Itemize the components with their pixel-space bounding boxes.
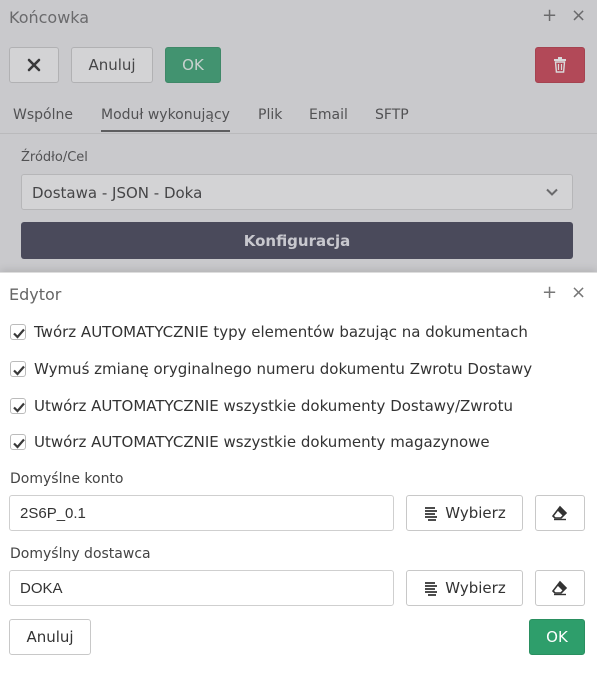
background-window: Końcowka + × Anuluj OK Wspólne Moduł wyk…	[0, 0, 597, 276]
maximize-icon[interactable]: +	[542, 5, 557, 26]
close-icon[interactable]: ×	[571, 5, 586, 26]
source-label: Źródło/Cel	[21, 150, 88, 165]
default-account-label: Domyślne konto	[10, 471, 124, 487]
checkbox-label: Wymuś zmianę oryginalnego numeru dokumen…	[34, 360, 533, 378]
checkbox-label: Utwórz AUTOMATYCZNIE wszystkie dokumenty…	[34, 433, 490, 451]
checkbox-force-return-number[interactable]: Wymuś zmianę oryginalnego numeru dokumen…	[10, 358, 532, 380]
checkbox-auto-warehouse-docs[interactable]: Utwórz AUTOMATYCZNIE wszystkie dokumenty…	[10, 431, 490, 453]
checkbox-auto-delivery-docs[interactable]: Utwórz AUTOMATYCZNIE wszystkie dokumenty…	[10, 395, 513, 417]
editor-dialog: Edytor + × Twórz AUTOMATYCZNIE typy elem…	[0, 272, 597, 691]
checkbox[interactable]	[10, 361, 26, 377]
eraser-icon	[551, 580, 568, 596]
list-icon	[423, 580, 439, 596]
checkbox-label: Twórz AUTOMATYCZNIE typy elementów bazuj…	[34, 323, 528, 341]
list-icon	[423, 505, 439, 521]
check-icon	[13, 438, 25, 449]
checkbox[interactable]	[10, 434, 26, 450]
source-select-value: Dostawa - JSON - Doka	[32, 184, 203, 202]
editor-title: Edytor	[9, 285, 62, 304]
cancel-button[interactable]: Anuluj	[71, 47, 153, 83]
tab-modul-wykonujacy[interactable]: Moduł wykonujący	[101, 107, 230, 132]
check-icon	[13, 402, 25, 413]
pick-supplier-button[interactable]: Wybierz	[406, 570, 523, 606]
pick-account-label: Wybierz	[445, 504, 506, 522]
tab-bar: Wspólne Moduł wykonujący Plik Email SFTP	[0, 100, 597, 134]
default-supplier-label: Domyślny dostawca	[10, 546, 151, 562]
delete-button[interactable]	[535, 47, 585, 83]
default-account-input[interactable]	[9, 495, 394, 531]
window-title: Końcowka	[9, 8, 90, 27]
maximize-icon[interactable]: +	[542, 282, 557, 303]
pick-supplier-label: Wybierz	[445, 579, 506, 597]
tab-wspolne[interactable]: Wspólne	[13, 107, 73, 123]
check-icon	[13, 365, 25, 376]
default-supplier-input[interactable]	[9, 570, 394, 606]
checkbox[interactable]	[10, 324, 26, 340]
tab-sftp[interactable]: SFTP	[375, 107, 409, 123]
trash-icon	[554, 57, 566, 73]
tab-plik[interactable]: Plik	[258, 107, 282, 123]
editor-cancel-button[interactable]: Anuluj	[9, 619, 91, 655]
eraser-icon	[551, 505, 568, 521]
checkbox-label: Utwórz AUTOMATYCZNIE wszystkie dokumenty…	[34, 397, 513, 415]
x-icon	[27, 58, 41, 72]
chevron-down-icon	[546, 188, 558, 196]
clear-account-button[interactable]	[535, 495, 585, 531]
checkbox[interactable]	[10, 398, 26, 414]
editor-ok-button[interactable]: OK	[529, 619, 585, 655]
configuration-button[interactable]: Konfiguracja	[21, 222, 573, 259]
clear-supplier-button[interactable]	[535, 570, 585, 606]
checkbox-auto-element-types[interactable]: Twórz AUTOMATYCZNIE typy elementów bazuj…	[10, 321, 528, 343]
pick-account-button[interactable]: Wybierz	[406, 495, 523, 531]
close-x-button[interactable]	[9, 47, 59, 83]
ok-button[interactable]: OK	[165, 47, 221, 83]
tab-email[interactable]: Email	[309, 107, 348, 123]
check-icon	[13, 328, 25, 339]
source-select[interactable]: Dostawa - JSON - Doka	[21, 174, 573, 210]
close-icon[interactable]: ×	[571, 282, 586, 303]
